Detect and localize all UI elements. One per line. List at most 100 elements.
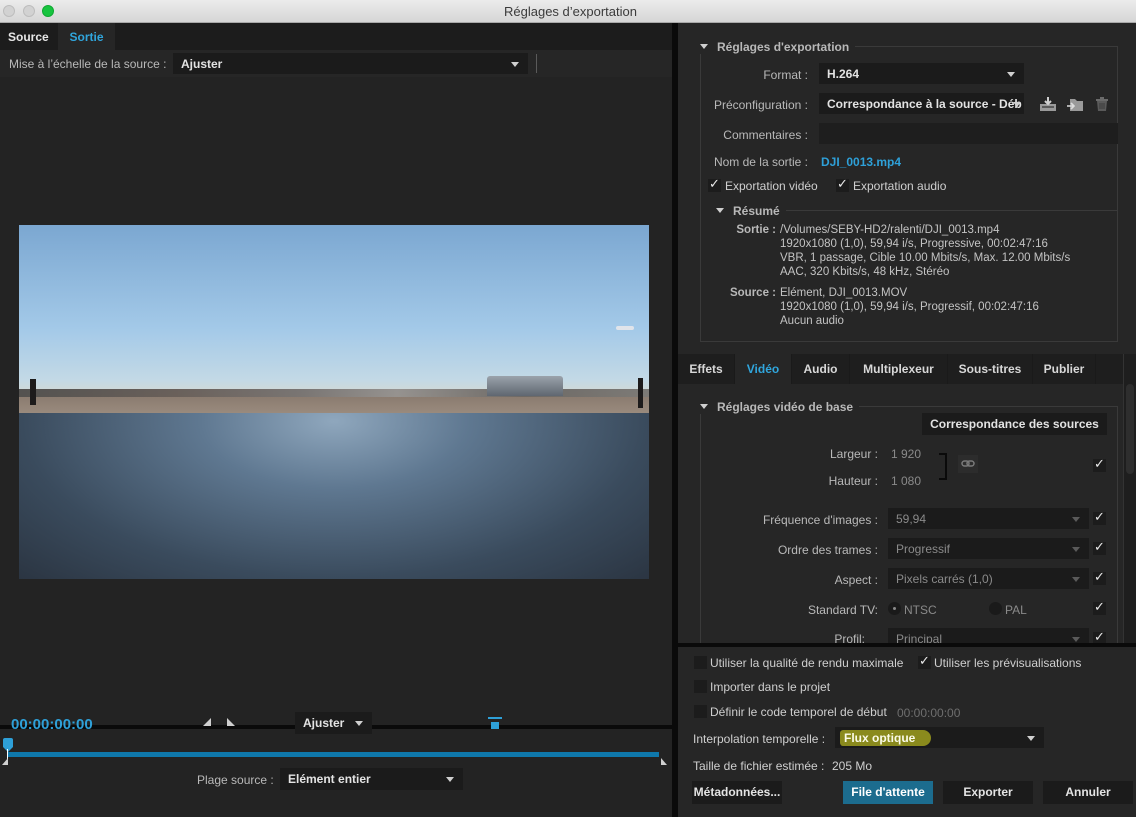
use-previews-label[interactable]: Utiliser les prévisualisations: [934, 656, 1081, 670]
export-audio-label[interactable]: Exportation audio: [853, 179, 946, 193]
preset-label: Préconfiguration :: [713, 98, 808, 112]
format-label: Format :: [763, 68, 808, 82]
export-audio-checkbox[interactable]: [836, 176, 849, 192]
set-start-timecode-checkbox[interactable]: [694, 705, 707, 718]
profile-select[interactable]: Principal: [888, 628, 1089, 643]
use-previews-checkbox[interactable]: [918, 653, 931, 669]
export-video-checkbox[interactable]: [708, 176, 721, 192]
import-into-project-label[interactable]: Importer dans le projet: [710, 680, 830, 694]
export-settings-header[interactable]: Réglages d'exportation: [696, 40, 856, 54]
metadata-button[interactable]: Métadonnées...: [692, 781, 782, 804]
link-bracket: [939, 453, 947, 480]
match-source-button[interactable]: Correspondance des sources: [922, 413, 1107, 435]
field-order-value: Progressif: [896, 541, 951, 556]
frame-rate-label: Fréquence d'images :: [762, 513, 878, 527]
range-in-handle[interactable]: [2, 758, 8, 765]
frame-rate-select[interactable]: 59,94: [888, 508, 1089, 529]
tab-audio[interactable]: Audio: [792, 354, 850, 384]
chevron-down-icon: [1072, 546, 1080, 552]
settings-tabs: Effets Vidéo Audio Multiplexeur Sous-tit…: [678, 354, 1136, 384]
export-video-label[interactable]: Exportation vidéo: [725, 179, 818, 193]
zoom-level-value: Ajuster: [303, 716, 345, 730]
aspect-override-checkbox[interactable]: [1093, 569, 1106, 585]
max-render-quality-checkbox[interactable]: [694, 656, 707, 669]
source-scaling-row: Mise à l’échelle de la source : Ajuster: [0, 50, 672, 77]
time-interpolation-label: Interpolation temporelle :: [693, 732, 826, 746]
estimated-file-size-value: 205 Mo: [832, 759, 873, 773]
format-select[interactable]: H.264: [819, 63, 1024, 84]
max-render-quality-label[interactable]: Utiliser la qualité de rendu maximale: [710, 656, 903, 670]
summary-source-line: Aucun audio: [780, 315, 844, 327]
aspect-select[interactable]: Pixels carrés (1,0): [888, 568, 1089, 589]
start-timecode-value[interactable]: 00:00:00:00: [897, 706, 960, 720]
source-range-select[interactable]: Elément entier: [280, 768, 463, 790]
timeline-bar[interactable]: [7, 752, 659, 757]
constrain-proportions-icon[interactable]: [958, 455, 978, 473]
queue-button[interactable]: File d'attente: [843, 781, 933, 804]
width-height-override-checkbox[interactable]: [1093, 456, 1106, 472]
current-timecode[interactable]: 00:00:00:00: [11, 716, 93, 733]
source-scaling-value: Ajuster: [181, 56, 223, 71]
tv-pal-radio[interactable]: [989, 602, 1002, 615]
preview-wet-sand: [19, 413, 649, 579]
disclosure-triangle-icon[interactable]: [700, 404, 708, 409]
height-value[interactable]: 1 080: [891, 474, 921, 488]
zoom-level-select[interactable]: Ajuster: [295, 712, 372, 734]
aspect-value: Pixels carrés (1,0): [896, 571, 993, 586]
set-start-timecode-label[interactable]: Définir le code temporel de début: [710, 705, 887, 719]
preview-sky: [19, 225, 649, 397]
basic-video-header[interactable]: Réglages vidéo de base: [696, 400, 860, 414]
time-interpolation-select[interactable]: Flux optique: [835, 727, 1044, 748]
export-button[interactable]: Exporter: [943, 781, 1033, 804]
set-in-point-icon[interactable]: [203, 718, 211, 726]
tv-standard-override-checkbox[interactable]: [1093, 599, 1106, 615]
field-order-override-checkbox[interactable]: [1093, 539, 1106, 555]
width-value[interactable]: 1 920: [891, 447, 921, 461]
output-name-link[interactable]: DJI_0013.mp4: [821, 155, 901, 169]
chevron-down-icon: [511, 61, 519, 67]
aspect-ratio-correction-icon[interactable]: [488, 716, 502, 730]
preset-select[interactable]: Correspondance à la source - Déb: [819, 93, 1024, 114]
profile-value: Principal: [896, 631, 943, 644]
tab-effects[interactable]: Effets: [678, 354, 735, 384]
disclosure-triangle-icon[interactable]: [716, 208, 724, 213]
tv-standard-label: Standard TV:: [807, 603, 878, 617]
playhead-handle[interactable]: [3, 738, 13, 752]
delete-preset-icon[interactable]: [1095, 96, 1113, 112]
summary-output-line: 1920x1080 (1,0), 59,94 i/s, Progressive,…: [780, 238, 1048, 250]
preview-drone: [616, 326, 634, 330]
import-into-project-checkbox[interactable]: [694, 680, 707, 693]
tab-output[interactable]: Sortie: [58, 23, 115, 50]
tv-ntsc-label[interactable]: NTSC: [904, 603, 937, 617]
save-preset-icon[interactable]: [1039, 96, 1057, 112]
tab-multiplexer[interactable]: Multiplexeur: [850, 354, 948, 384]
preview-person: [30, 379, 36, 405]
field-order-select[interactable]: Progressif: [888, 538, 1089, 559]
summary-divider: [762, 210, 1118, 211]
source-range-value: Elément entier: [288, 772, 371, 786]
tab-publish[interactable]: Publier: [1033, 354, 1096, 384]
chevron-down-icon: [1072, 636, 1080, 642]
tv-pal-label[interactable]: PAL: [1005, 603, 1027, 617]
disclosure-triangle-icon[interactable]: [700, 44, 708, 49]
frame-rate-override-checkbox[interactable]: [1093, 509, 1106, 525]
tv-ntsc-radio[interactable]: [888, 602, 901, 615]
scrollbar-thumb[interactable]: [1126, 384, 1134, 474]
title-bar: Réglages d’exportation: [0, 0, 1136, 23]
profile-row-clip: Profil: Principal: [678, 627, 1123, 643]
chevron-down-icon: [1072, 516, 1080, 522]
source-scaling-select[interactable]: Ajuster: [173, 53, 528, 74]
cancel-button[interactable]: Annuler: [1043, 781, 1133, 804]
summary-header[interactable]: Résumé: [712, 204, 786, 218]
import-preset-icon[interactable]: [1066, 96, 1084, 112]
settings-scrollbar[interactable]: [1123, 354, 1136, 643]
profile-override-checkbox[interactable]: [1093, 629, 1106, 643]
profile-label: Profil:: [834, 632, 865, 643]
tab-captions[interactable]: Sous-titres: [948, 354, 1033, 384]
tab-source[interactable]: Source: [0, 23, 57, 50]
range-out-handle[interactable]: [661, 758, 667, 765]
set-out-point-icon[interactable]: [227, 718, 235, 726]
comments-input[interactable]: [819, 123, 1118, 144]
tab-video[interactable]: Vidéo: [735, 354, 792, 384]
preview-building: [487, 376, 563, 396]
